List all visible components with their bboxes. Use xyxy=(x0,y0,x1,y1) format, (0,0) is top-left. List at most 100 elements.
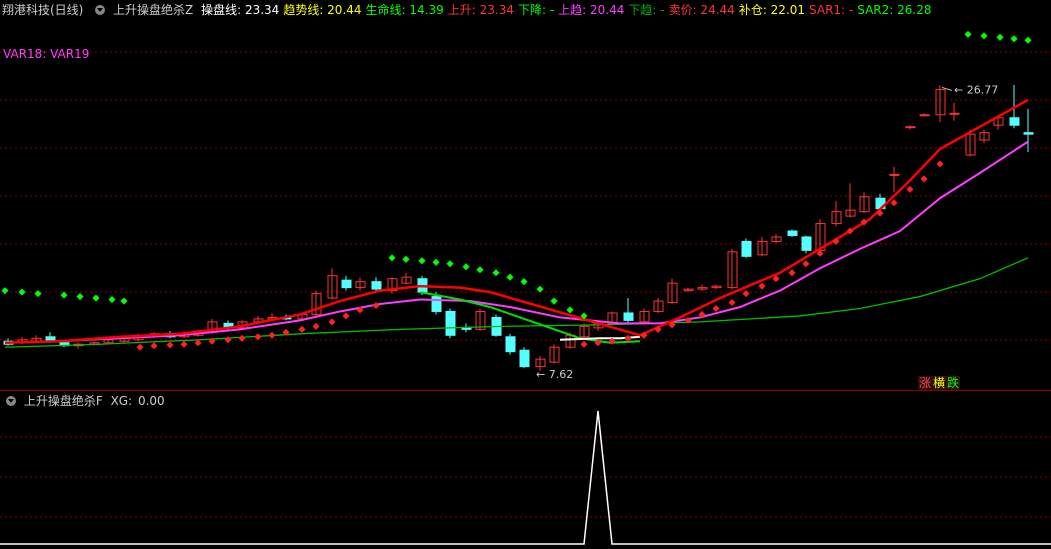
sar-dot-red-0 xyxy=(136,343,144,351)
candle-44 xyxy=(653,298,664,313)
candle-body xyxy=(787,230,798,236)
sub-indicator-menu-icon[interactable] xyxy=(6,395,16,406)
trend-tag-0: 涨 xyxy=(918,376,933,390)
candle-body xyxy=(889,173,900,176)
candle-26 xyxy=(387,277,398,294)
candle-body xyxy=(341,279,352,289)
sub-chart-pane[interactable]: 上升操盘绝杀F XG: 0.00 xyxy=(0,391,1051,549)
indicator-value-9: SAR1: - xyxy=(809,3,854,17)
candle-45 xyxy=(667,278,678,305)
sar-dot-green-6 xyxy=(108,296,116,304)
xg-value: 0.00 xyxy=(137,394,165,408)
candle-27 xyxy=(401,272,412,285)
candle-30 xyxy=(445,308,456,339)
candle-63 xyxy=(935,85,946,123)
sar-dot-green-18 xyxy=(536,285,544,293)
indicator-menu-icon[interactable] xyxy=(95,4,106,15)
sar-dot-red-12 xyxy=(312,322,320,330)
sar-dot-red-40 xyxy=(920,175,928,183)
candle-48 xyxy=(711,284,722,290)
var-label: VAR18: VAR19 xyxy=(3,47,90,61)
candle-47 xyxy=(697,284,708,291)
indicator-value-2: 生命线: 14.39 xyxy=(365,3,444,17)
sar-dot-green-25 xyxy=(1010,35,1018,43)
low-annotation: ← 7.62 xyxy=(536,368,573,381)
candlestick-chart[interactable]: ← 26.77 ← 7.62 xyxy=(0,0,1051,390)
indicator-value-5: 上趋: 20.44 xyxy=(558,3,625,17)
sar-dot-red-1 xyxy=(150,342,158,350)
candle-52 xyxy=(771,233,782,243)
sar-dot-green-2 xyxy=(34,290,42,298)
main-chart-pane[interactable]: 翔港科技(日线) 上升操盘绝杀Z 操盘线: 23.34 趋势线: 20.44 生命线… xyxy=(0,0,1051,391)
candle-33 xyxy=(491,314,502,337)
candle-body xyxy=(949,112,960,115)
sar-dot-green-3 xyxy=(60,291,68,299)
sar-dot-red-29 xyxy=(758,282,766,290)
sar-dot-red-26 xyxy=(712,304,720,313)
xg-signal-chart[interactable] xyxy=(0,391,1051,549)
high-annotation: ← 26.77 xyxy=(954,83,998,96)
sar-dot-red-6 xyxy=(224,336,232,344)
operation-line xyxy=(4,98,1029,344)
candle-62 xyxy=(919,113,930,117)
sar-dot-red-39 xyxy=(906,185,914,193)
sar-dot-green-23 xyxy=(980,32,988,40)
sub-indicator-name[interactable]: 上升操盘绝杀F xyxy=(24,394,103,408)
sar-dot-green-20 xyxy=(566,306,574,314)
sar-dot-red-27 xyxy=(728,298,736,307)
sar-dot-green-1 xyxy=(18,288,26,296)
sar-dot-green-7 xyxy=(120,297,128,305)
sar-dot-red-13 xyxy=(328,318,336,326)
indicator-name[interactable]: 上升操盘绝杀Z xyxy=(113,3,193,17)
candle-23 xyxy=(341,275,352,291)
candle-64 xyxy=(949,102,960,121)
candle-57 xyxy=(845,183,856,218)
candle-body xyxy=(505,336,516,353)
candle-61 xyxy=(905,125,916,130)
sar-dot-green-15 xyxy=(492,269,500,277)
sar-dot-red-38 xyxy=(890,199,898,207)
sar-dot-red-9 xyxy=(268,331,276,339)
sar-dot-green-10 xyxy=(418,257,426,265)
candle-body xyxy=(741,240,752,257)
main-header: 翔港科技(日线) 上升操盘绝杀Z 操盘线: 23.34 趋势线: 20.44 生命线… xyxy=(0,0,939,20)
candle-46 xyxy=(683,287,694,293)
candle-body xyxy=(905,126,916,129)
candle-37 xyxy=(549,344,560,364)
candle-25 xyxy=(371,277,382,291)
candle-42 xyxy=(623,298,634,324)
sar-dot-red-8 xyxy=(254,333,262,341)
candle-54 xyxy=(801,235,812,254)
high-arrow xyxy=(941,86,953,91)
sar-dot-green-22 xyxy=(964,30,972,38)
trend-line xyxy=(4,140,1029,344)
candle-53 xyxy=(787,229,798,237)
candle-51 xyxy=(757,236,768,257)
candle-50 xyxy=(741,238,752,258)
candle-56 xyxy=(831,201,842,227)
sar-dot-red-41 xyxy=(936,160,944,168)
indicator-value-7: 卖价: 24.44 xyxy=(668,3,735,17)
candle-66 xyxy=(979,129,990,144)
sar-dot-red-28 xyxy=(742,290,750,298)
sar-dot-green-24 xyxy=(996,33,1004,41)
sar-dot-green-13 xyxy=(462,263,470,271)
sar-dot-red-16 xyxy=(372,301,380,310)
indicator-values: 操盘线: 23.34 趋势线: 20.44 生命线: 14.39 上升: 23.34 下… xyxy=(201,3,935,17)
sar-dot-green-0 xyxy=(1,287,9,295)
indicator-value-6: 下趋: - xyxy=(628,3,665,17)
candle-22 xyxy=(327,268,338,300)
sar-dot-green-8 xyxy=(388,254,396,262)
indicator-value-8: 补仓: 22.01 xyxy=(738,3,806,17)
xg-label: XG: xyxy=(110,394,133,408)
candle-34 xyxy=(505,333,516,355)
candle-body xyxy=(519,349,530,368)
candle-58 xyxy=(859,192,870,214)
candle-body xyxy=(431,296,442,312)
sar-dot-green-17 xyxy=(520,278,528,286)
candle-body xyxy=(1009,117,1020,126)
sar-dot-green-4 xyxy=(76,293,84,301)
candle-body xyxy=(801,236,812,251)
candle-body xyxy=(371,281,382,290)
sub-header: 上升操盘绝杀F XG: 0.00 xyxy=(0,391,169,411)
